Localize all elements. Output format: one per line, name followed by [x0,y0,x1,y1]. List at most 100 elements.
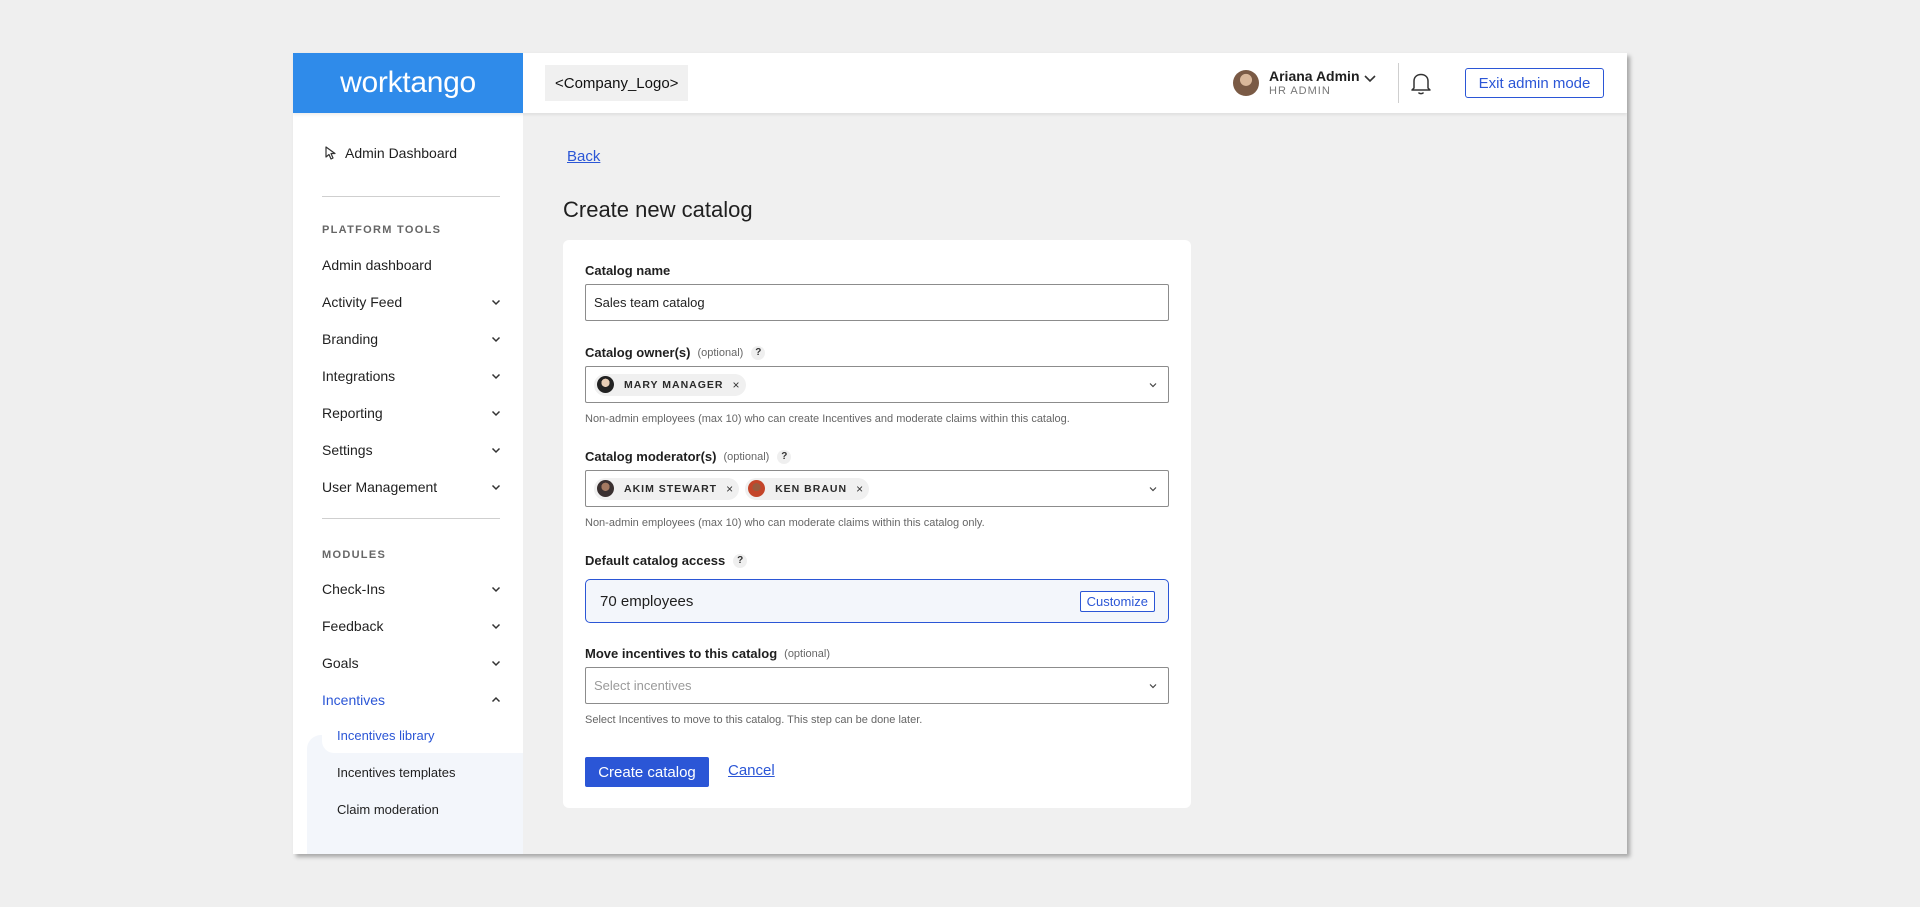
sidebar-item-feedback[interactable]: Feedback [322,616,502,636]
moderator-chip: KEN BRAUN × [745,477,870,500]
chevron-down-icon[interactable] [1148,484,1158,494]
default-access-label: Default catalog access ? [585,553,748,568]
chip-label: KEN BRAUN [775,482,848,495]
avatar [597,376,614,393]
sidebar-subitem-claim-moderation[interactable]: Claim moderation [322,791,523,827]
bell-icon[interactable] [1409,70,1433,96]
field-label-text: Move incentives to this catalog [585,646,778,661]
sidebar-item-branding[interactable]: Branding [322,329,502,349]
sidebar-item-check-ins[interactable]: Check-Ins [322,579,502,599]
chevron-down-icon [491,623,501,630]
avatar [1233,70,1259,96]
chevron-down-icon [491,586,501,593]
close-icon[interactable]: × [733,378,740,392]
optional-tag: (optional) [784,647,831,660]
field-label-text: Catalog name [585,263,671,278]
select-placeholder: Select incentives [594,678,692,693]
catalog-owners-select[interactable]: MARY MANAGER × [585,366,1169,403]
sidebar-subitem-label: Claim moderation [337,801,439,817]
move-incentives-label: Move incentives to this catalog (optiona… [585,646,830,661]
user-role: HR ADMIN [1269,85,1331,97]
user-info: Ariana Admin HR ADMIN [1269,68,1360,98]
back-link[interactable]: Back [567,148,600,165]
page-title: Create new catalog [563,197,753,222]
user-menu[interactable]: Ariana Admin HR ADMIN [1233,67,1360,99]
chevron-down-icon [491,660,501,667]
moderators-help-text: Non-admin employees (max 10) who can mod… [585,517,985,529]
sidebar-item-goals[interactable]: Goals [322,653,502,673]
sidebar-item-incentives[interactable]: Incentives [322,690,502,710]
chevron-down-icon [491,410,501,417]
catalog-owners-label: Catalog owner(s) (optional) ? [585,345,766,360]
move-incentives-select[interactable]: Select incentives [585,667,1169,704]
sidebar-item-label: Feedback [322,618,384,634]
catalog-name-label: Catalog name [585,263,670,278]
sidebar-subitem-label: Incentives library [337,727,435,743]
optional-tag: (optional) [723,450,770,463]
chevron-down-icon[interactable] [1362,70,1378,86]
owners-help-text: Non-admin employees (max 10) who can cre… [585,413,1070,425]
sidebar-item-label: Settings [322,442,373,458]
sidebar-subitem-incentives-templates[interactable]: Incentives templates [322,754,523,790]
sidebar-item-reporting[interactable]: Reporting [322,403,502,423]
exit-admin-mode-button[interactable]: Exit admin mode [1465,68,1604,98]
sidebar: Admin Dashboard PLATFORM TOOLS Admin das… [293,113,523,854]
owner-chip: MARY MANAGER × [594,373,746,396]
chevron-down-icon [491,336,501,343]
field-label-text: Catalog moderator(s) [585,449,717,464]
sidebar-item-user-management[interactable]: User Management [322,477,502,497]
user-name: Ariana Admin [1269,68,1360,84]
close-icon[interactable]: × [856,482,863,496]
sidebar-item-label: Incentives [322,692,386,708]
chevron-down-icon [491,373,501,380]
default-access-field: 70 employees Customize [585,579,1169,623]
avatar [597,480,614,497]
sidebar-item-settings[interactable]: Settings [322,440,502,460]
field-label-text: Default catalog access [585,553,726,568]
sidebar-item-label: Check-Ins [322,581,386,597]
brand-wordmark: worktango [340,66,476,99]
section-platform-tools: PLATFORM TOOLS [322,224,442,236]
create-catalog-button[interactable]: Create catalog [585,757,709,787]
chevron-down-icon[interactable] [1148,380,1158,390]
catalog-name-input[interactable]: Sales team catalog [585,284,1169,321]
sidebar-item-label: Admin dashboard [322,257,432,273]
sidebar-item-label: Integrations [322,368,396,384]
app-window: worktango <Company_Logo> Ariana Admin HR… [293,53,1627,854]
avatar [748,480,766,497]
create-catalog-form: Catalog name Sales team catalog Catalog … [563,240,1191,808]
sidebar-item-admin-dashboard[interactable]: Admin dashboard [322,255,502,275]
top-header: worktango <Company_Logo> Ariana Admin HR… [293,53,1627,113]
catalog-moderators-select[interactable]: AKIM STEWART × KEN BRAUN × [585,470,1169,507]
moderator-chip: AKIM STEWART × [594,477,740,500]
help-icon[interactable]: ? [751,345,766,360]
sidebar-admin-dashboard-link[interactable]: Admin Dashboard [322,145,457,161]
sidebar-subitem-label: Incentives templates [337,764,456,780]
sidebar-item-label: Goals [322,655,359,671]
sidebar-item-activity-feed[interactable]: Activity Feed [322,292,502,312]
catalog-moderators-label: Catalog moderator(s) (optional) ? [585,449,792,464]
sidebar-item-label: Activity Feed [322,294,403,310]
section-modules: MODULES [322,549,387,561]
catalog-name-value: Sales team catalog [594,295,705,310]
close-icon[interactable]: × [726,482,733,496]
sidebar-item-label: Reporting [322,405,383,421]
sidebar-subitem-incentives-library[interactable]: Incentives library [322,717,523,753]
sidebar-item-integrations[interactable]: Integrations [322,366,502,386]
move-incentives-help-text: Select Incentives to move to this catalo… [585,714,923,726]
help-icon[interactable]: ? [733,553,748,568]
sidebar-home-label: Admin Dashboard [345,145,458,161]
chevron-down-icon [491,447,501,454]
chip-label: AKIM STEWART [624,482,718,495]
brand-logo[interactable]: worktango [293,53,523,113]
customize-button[interactable]: Customize [1079,590,1155,612]
company-logo-placeholder: <Company_Logo> [545,65,689,101]
header-divider [1398,63,1399,103]
help-icon[interactable]: ? [777,449,792,464]
sidebar-divider [322,518,500,519]
cancel-link[interactable]: Cancel [728,762,775,779]
field-label-text: Catalog owner(s) [585,345,691,360]
chevron-down-icon [491,299,501,306]
pointer-icon [325,146,336,160]
chevron-down-icon[interactable] [1148,681,1158,691]
